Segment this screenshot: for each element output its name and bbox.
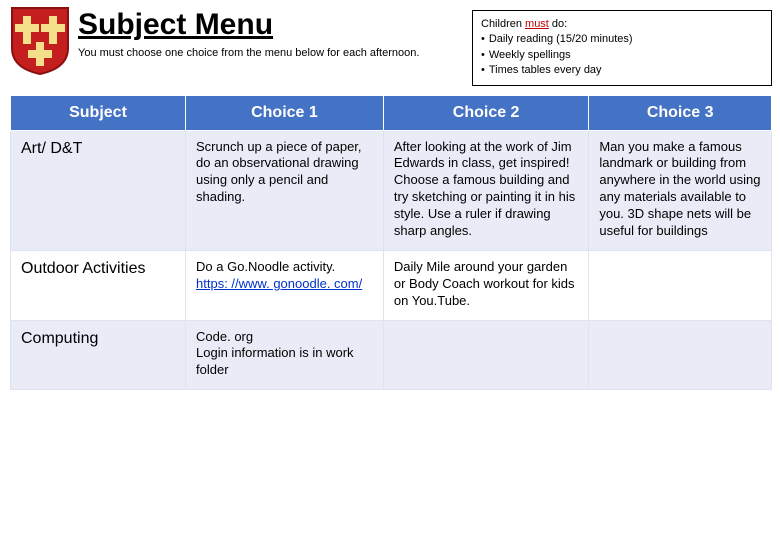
cell-choice1-text: Do a Go.Noodle activity. — [196, 259, 335, 274]
must-do-bullet-text: Times tables every day — [489, 63, 602, 78]
page-subtitle: You must choose one choice from the menu… — [78, 47, 438, 61]
cell-subject: Computing — [11, 320, 186, 390]
title-block: Subject Menu You must choose one choice … — [78, 6, 464, 61]
cell-choice2: After looking at the work of Jim Edwards… — [383, 130, 588, 250]
header-choice1: Choice 1 — [186, 96, 384, 131]
must-do-suffix: do: — [549, 18, 567, 30]
header-subject: Subject — [11, 96, 186, 131]
cell-subject: Outdoor Activities — [11, 250, 186, 320]
subject-menu-table: Subject Choice 1 Choice 2 Choice 3 Art/ … — [10, 96, 772, 391]
cell-choice3 — [589, 250, 772, 320]
must-do-bullet-text: Daily reading (15/20 minutes) — [489, 32, 633, 47]
must-do-prefix: Children — [481, 18, 525, 30]
table-row: Computing Code. org Login information is… — [11, 320, 772, 390]
cell-subject: Art/ D&T — [11, 130, 186, 250]
page-title: Subject Menu — [78, 8, 464, 41]
cell-choice3: Man you make a famous landmark or buildi… — [589, 130, 772, 250]
cell-choice3 — [589, 320, 772, 390]
cell-choice1: Do a Go.Noodle activity. https: //www. g… — [186, 250, 384, 320]
header-choice3: Choice 3 — [589, 96, 772, 131]
must-do-keyword: must — [525, 18, 549, 30]
cell-choice1: Code. org Login information is in work f… — [186, 320, 384, 390]
table-header-row: Subject Choice 1 Choice 2 Choice 3 — [11, 96, 772, 131]
cell-choice2: Daily Mile around your garden or Body Co… — [383, 250, 588, 320]
table-row: Art/ D&T Scrunch up a piece of paper, do… — [11, 130, 772, 250]
must-do-intro: Children must do: — [481, 17, 763, 32]
must-do-bullet: Times tables every day — [481, 63, 763, 78]
school-crest-icon — [10, 6, 70, 76]
slide: Subject Menu You must choose one choice … — [0, 0, 780, 540]
header-choice2: Choice 2 — [383, 96, 588, 131]
cell-choice1: Scrunch up a piece of paper, do an obser… — [186, 130, 384, 250]
must-do-bullet: Daily reading (15/20 minutes) — [481, 32, 763, 47]
table-row: Outdoor Activities Do a Go.Noodle activi… — [11, 250, 772, 320]
must-do-box: Children must do: Daily reading (15/20 m… — [472, 10, 772, 86]
cell-choice2 — [383, 320, 588, 390]
must-do-bullet: Weekly spellings — [481, 48, 763, 63]
gonoodle-link[interactable]: https: //www. gonoodle. com/ — [196, 276, 362, 291]
header-row: Subject Menu You must choose one choice … — [10, 6, 772, 86]
must-do-bullet-text: Weekly spellings — [489, 48, 571, 63]
